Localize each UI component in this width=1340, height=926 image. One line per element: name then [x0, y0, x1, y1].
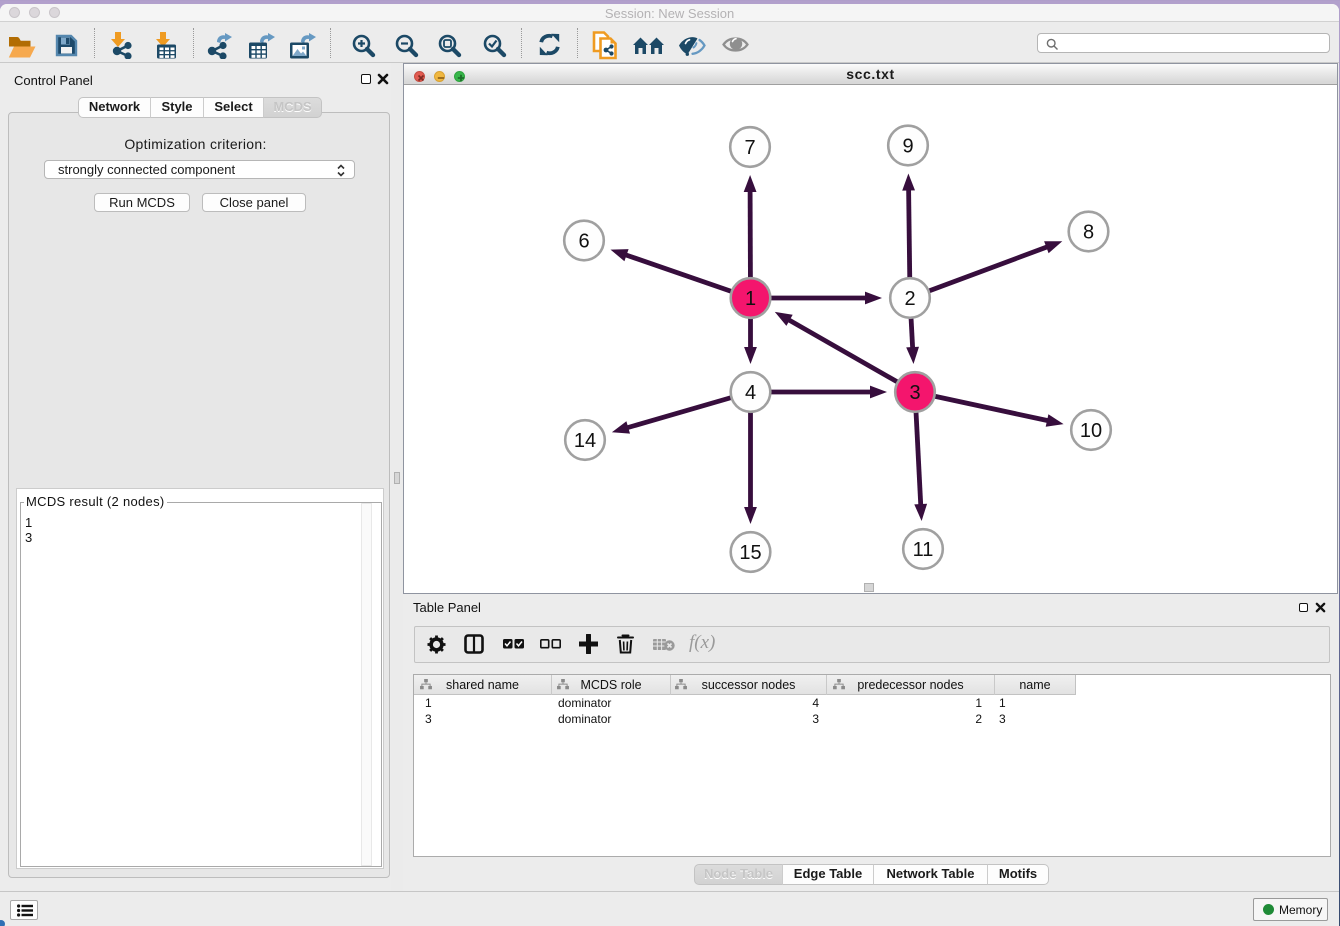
- svg-text:6: 6: [578, 231, 589, 253]
- svg-text:7: 7: [744, 137, 755, 159]
- svg-text:9: 9: [902, 136, 913, 158]
- svg-text:1: 1: [745, 288, 756, 310]
- svg-text:15: 15: [739, 542, 761, 564]
- svg-text:8: 8: [1083, 222, 1094, 244]
- svg-text:3: 3: [909, 382, 920, 404]
- svg-text:14: 14: [574, 430, 596, 452]
- svg-text:10: 10: [1080, 420, 1102, 442]
- svg-text:4: 4: [745, 382, 756, 404]
- svg-text:11: 11: [913, 539, 934, 561]
- svg-text:2: 2: [904, 288, 915, 310]
